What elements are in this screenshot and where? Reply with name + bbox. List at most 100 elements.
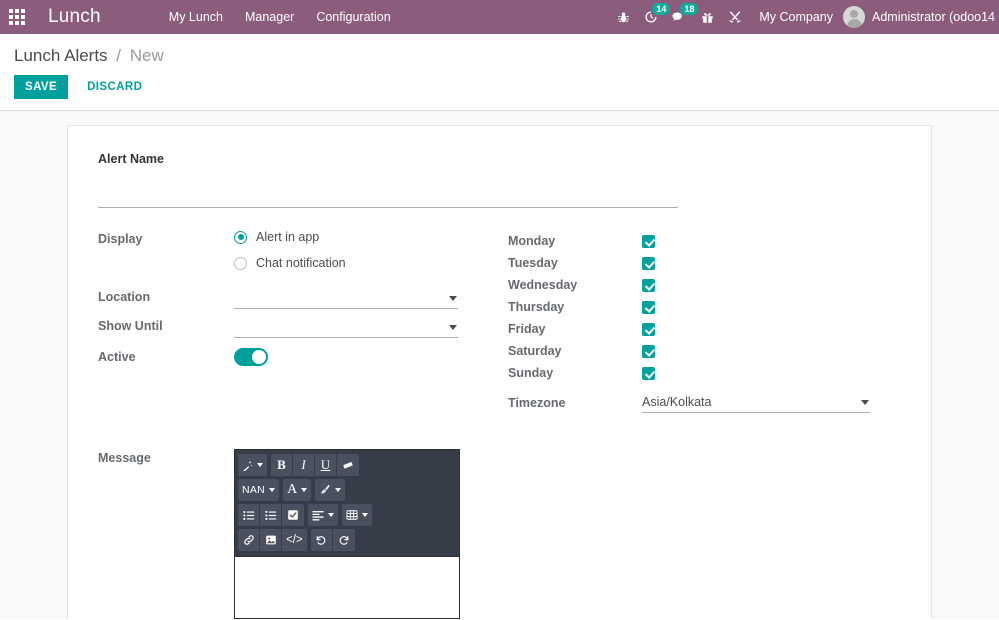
style-magic-wand-icon[interactable] xyxy=(238,454,267,476)
unordered-list-icon[interactable] xyxy=(238,504,260,526)
menu-item-my-lunch[interactable]: My Lunch xyxy=(158,0,234,34)
editor-toolbar-row-4: </> xyxy=(238,529,456,551)
wednesday-label: Wednesday xyxy=(508,278,578,292)
sunday-checkbox[interactable] xyxy=(642,366,655,380)
background-color-brush-icon[interactable] xyxy=(315,479,346,501)
checklist-icon[interactable] xyxy=(282,504,304,526)
radio-label-chat-notification: Chat notification xyxy=(256,256,346,270)
app-brand-lunch[interactable]: Lunch xyxy=(48,6,101,28)
underline-button[interactable]: U xyxy=(315,454,337,476)
monday-checkbox[interactable] xyxy=(642,234,655,248)
chevron-down-icon xyxy=(328,513,334,517)
chevron-down-icon xyxy=(362,513,368,517)
weekday-row-thursday: Thursday xyxy=(508,296,886,318)
alert-name-group: Alert Name xyxy=(98,152,901,208)
tuesday-checkbox[interactable] xyxy=(642,256,655,270)
active-field-row: Active xyxy=(98,348,506,370)
user-menu[interactable]: Administrator (odoo14 xyxy=(843,6,999,28)
weekday-row-sunday: Sunday xyxy=(508,362,886,384)
radio-icon-unselected[interactable] xyxy=(234,256,247,270)
timezone-field-row: Timezone Asia/Kolkata xyxy=(508,392,886,413)
redo-icon[interactable] xyxy=(332,529,355,551)
remove-format-eraser-icon[interactable] xyxy=(337,454,359,476)
font-color-button[interactable]: A xyxy=(283,479,312,501)
form-column-left: Display Alert in app Chat notification L… xyxy=(98,230,506,413)
form-background: Alert Name Display Alert in app Chat not… xyxy=(0,111,999,619)
timezone-label: Timezone xyxy=(508,395,566,410)
location-input[interactable] xyxy=(234,288,458,308)
chevron-down-icon xyxy=(257,463,263,467)
message-field-row: Message B I U NAN A </> xyxy=(98,449,901,619)
align-icon[interactable] xyxy=(308,504,338,526)
style-group xyxy=(238,454,267,476)
monday-label: Monday xyxy=(508,234,556,248)
wednesday-checkbox[interactable] xyxy=(642,278,655,292)
active-label: Active xyxy=(98,350,136,364)
saturday-checkbox[interactable] xyxy=(642,344,655,358)
bug-icon[interactable] xyxy=(609,0,637,34)
font-size-group: NAN xyxy=(238,479,280,501)
avatar xyxy=(843,6,866,28)
menu-item-configuration[interactable]: Configuration xyxy=(305,0,401,34)
messages-chat-icon[interactable]: 18 xyxy=(665,0,699,34)
ordered-list-icon[interactable] xyxy=(260,504,282,526)
weekday-row-wednesday: Wednesday xyxy=(508,274,886,296)
main-menu: My Lunch Manager Configuration xyxy=(158,0,402,34)
discard-button[interactable]: DISCARD xyxy=(76,75,153,99)
editor-toolbar: B I U NAN A </> xyxy=(235,450,459,556)
toggle-knob xyxy=(252,350,266,364)
radio-option-chat-notification[interactable]: Chat notification xyxy=(234,256,506,270)
breadcrumb-current: New xyxy=(129,46,164,65)
breadcrumb: Lunch Alerts / New xyxy=(14,34,999,66)
font-color-group: A xyxy=(283,479,312,501)
active-toggle[interactable] xyxy=(234,348,268,366)
form-column-right: Monday Tuesday Wednesday Thursday Friday xyxy=(506,230,886,413)
display-radio-group: Alert in app Chat notification xyxy=(234,230,506,282)
sunday-label: Sunday xyxy=(508,366,554,380)
location-value xyxy=(234,288,506,309)
bold-button[interactable]: B xyxy=(271,454,293,476)
friday-checkbox[interactable] xyxy=(642,322,655,336)
location-select-wrap[interactable] xyxy=(234,288,458,309)
table-icon[interactable] xyxy=(342,504,372,526)
show-until-select-wrap[interactable] xyxy=(234,317,458,338)
control-panel-buttons: SAVE DISCARD xyxy=(14,75,999,99)
radio-icon-selected[interactable] xyxy=(234,230,247,244)
breadcrumb-root[interactable]: Lunch Alerts xyxy=(14,46,108,65)
company-switcher[interactable]: My Company xyxy=(749,10,843,24)
format-group: B I U xyxy=(271,454,359,476)
save-button[interactable]: SAVE xyxy=(14,75,69,99)
tuesday-label: Tuesday xyxy=(508,256,558,270)
navbar-systray: 14 18 My Company Administrator (odoo14 xyxy=(609,0,999,34)
activity-clock-icon[interactable]: 14 xyxy=(637,0,671,34)
tools-wrench-icon[interactable] xyxy=(721,0,749,34)
undo-icon[interactable] xyxy=(310,529,333,551)
font-size-value: NAN xyxy=(242,484,266,496)
timezone-select-wrap[interactable]: Asia/Kolkata xyxy=(642,392,870,413)
image-icon[interactable] xyxy=(260,529,282,551)
rich-text-editor: B I U NAN A </> xyxy=(234,449,460,619)
timezone-select[interactable]: Asia/Kolkata xyxy=(642,392,870,412)
thursday-checkbox[interactable] xyxy=(642,300,655,314)
list-group xyxy=(238,504,304,526)
message-editor-body[interactable] xyxy=(235,556,459,618)
menu-item-manager[interactable]: Manager xyxy=(234,0,305,34)
background-color-group xyxy=(315,479,346,501)
apps-grid-icon[interactable] xyxy=(0,0,34,34)
link-icon[interactable] xyxy=(238,529,260,551)
chevron-down-icon xyxy=(335,488,342,492)
chevron-down-icon xyxy=(301,488,308,492)
font-size-button[interactable]: NAN xyxy=(238,479,280,501)
show-until-input[interactable] xyxy=(234,317,458,337)
display-field-row: Display Alert in app Chat notification xyxy=(98,230,506,282)
italic-button[interactable]: I xyxy=(293,454,315,476)
location-field-row: Location xyxy=(98,288,506,310)
radio-option-alert-in-app[interactable]: Alert in app xyxy=(234,230,506,244)
form-columns: Display Alert in app Chat notification L… xyxy=(98,230,901,413)
gift-icon[interactable] xyxy=(693,0,721,34)
alert-name-input[interactable] xyxy=(98,170,678,208)
show-until-value xyxy=(234,317,506,338)
editor-toolbar-row-1: B I U xyxy=(238,454,456,476)
weekday-row-monday: Monday xyxy=(508,230,886,252)
code-icon[interactable]: </> xyxy=(282,529,307,551)
